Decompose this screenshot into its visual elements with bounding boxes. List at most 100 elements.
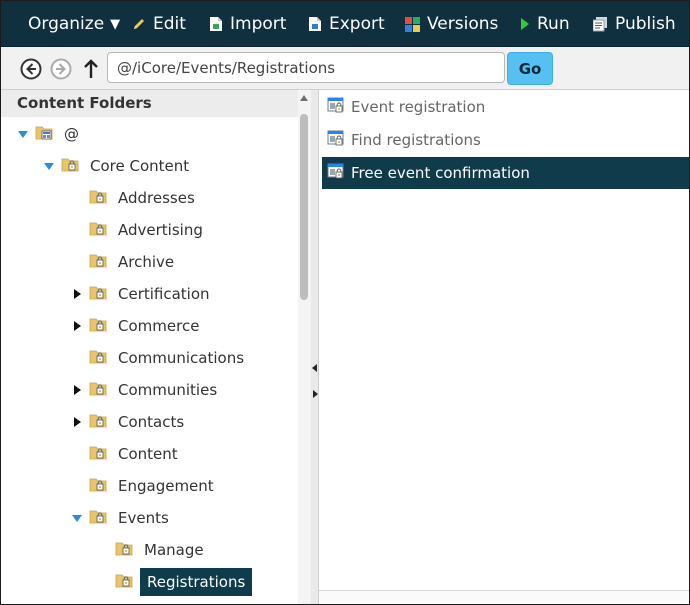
panel-splitter[interactable] (311, 90, 319, 604)
up-arrow-icon (84, 59, 98, 78)
address-bar: Go (1, 47, 689, 90)
locked-folder-icon (115, 572, 133, 592)
app-window: Organize ▼ Edit Import Export Versions R… (0, 0, 690, 605)
content-item[interactable]: Event registration (322, 91, 689, 123)
edit-label: Edit (153, 14, 186, 34)
locked-folder-icon (89, 380, 107, 400)
tree-node[interactable]: Engagement (71, 472, 218, 500)
collapsed-arrow-icon[interactable] (71, 288, 83, 300)
export-icon (309, 17, 321, 31)
run-icon (521, 18, 529, 30)
tree-node[interactable]: Core Content (43, 152, 193, 180)
tree-node[interactable]: @ (17, 120, 83, 148)
tree-node-label: Events (118, 509, 169, 527)
content-item[interactable]: Find registrations (322, 124, 689, 156)
tree-node[interactable]: Manage (97, 536, 208, 564)
locked-folder-icon (89, 252, 107, 272)
tree-node-label: Commerce (118, 317, 200, 335)
collapse-left-icon[interactable] (312, 364, 317, 372)
tree-node-label: Content (118, 445, 178, 463)
content-list-footer (319, 590, 689, 604)
scroll-up-icon[interactable] (300, 95, 308, 101)
tree-node-label: Manage (144, 541, 204, 559)
content-folders-title: Content Folders (1, 90, 298, 117)
collapsed-arrow-icon[interactable] (71, 384, 83, 396)
export-label: Export (329, 14, 385, 34)
tree-node-label: Contacts (118, 413, 185, 431)
tree-node[interactable]: Advertising (71, 216, 207, 244)
import-label: Import (230, 14, 287, 34)
tree-node-label: Communities (118, 381, 218, 399)
publish-button[interactable]: Publish (593, 1, 676, 47)
content-item-icon (327, 163, 345, 183)
tree-node-label: Engagement (118, 477, 214, 495)
import-button[interactable]: Import (209, 1, 286, 47)
go-button[interactable]: Go (507, 52, 553, 85)
content-item-icon (327, 97, 345, 117)
publish-icon (593, 16, 607, 31)
tree-node-label: Core Content (90, 157, 190, 175)
import-icon (210, 17, 222, 31)
content-item-label: Event registration (351, 98, 486, 116)
tree-node[interactable]: Certification (71, 280, 214, 308)
tree-node[interactable]: Communications (71, 344, 248, 372)
organize-label: Organize (28, 14, 105, 34)
run-label: Run (537, 14, 570, 34)
tree-node[interactable]: Contacts (71, 408, 188, 436)
tree-node-label: Addresses (118, 189, 195, 207)
root-folder-icon (35, 124, 53, 144)
tree-node[interactable]: Commerce (71, 312, 203, 340)
tree-node-label: Archive (118, 253, 175, 271)
forward-button[interactable] (50, 58, 72, 80)
tree-node-label: Advertising (118, 221, 203, 239)
tree-node-label: Communications (118, 349, 245, 367)
locked-folder-icon (89, 508, 107, 528)
tree-node[interactable]: Content (71, 440, 182, 468)
tree-node-label: Certification (118, 285, 210, 303)
locked-folder-icon (89, 284, 107, 304)
expanded-arrow-icon[interactable] (71, 512, 83, 524)
toolbar: Organize ▼ Edit Import Export Versions R… (1, 1, 689, 47)
back-button[interactable] (20, 58, 42, 80)
content-list-panel: Event registration Find registrations Free… (319, 90, 689, 604)
locked-folder-icon (89, 444, 107, 464)
expanded-arrow-icon[interactable] (43, 160, 55, 172)
locked-folder-icon (61, 156, 79, 176)
collapsed-arrow-icon[interactable] (71, 320, 83, 332)
expanded-arrow-icon[interactable] (17, 128, 29, 140)
edit-button[interactable]: Edit (132, 1, 186, 47)
tree-node[interactable]: Registrations (97, 568, 253, 596)
locked-folder-icon (89, 348, 107, 368)
tree-node[interactable]: Events (71, 504, 173, 532)
tree-node-label: Registrations (140, 568, 253, 596)
back-icon (20, 58, 42, 80)
forward-icon (50, 58, 72, 80)
locked-folder-icon (115, 540, 133, 560)
publish-label: Publish (615, 14, 676, 34)
tree-node[interactable]: Communities (71, 376, 221, 404)
versions-button[interactable]: Versions (405, 1, 498, 47)
content-folders-panel: Content Folders @ Core Content Addresses Ad… (1, 90, 311, 604)
tree-node-label: @ (64, 125, 79, 143)
tree-scrollbar[interactable] (298, 90, 311, 604)
versions-label: Versions (427, 14, 499, 34)
expand-right-icon[interactable] (313, 390, 318, 398)
organize-menu[interactable]: Organize ▼ (28, 1, 120, 47)
path-input[interactable] (107, 52, 505, 83)
export-button[interactable]: Export (308, 1, 385, 47)
run-button[interactable]: Run (520, 1, 570, 47)
locked-folder-icon (89, 188, 107, 208)
locked-folder-icon (89, 412, 107, 432)
pencil-icon (134, 19, 144, 29)
content-item-label: Find registrations (351, 131, 481, 149)
scroll-thumb[interactable] (300, 114, 308, 300)
content-item-icon (327, 130, 345, 150)
content-item[interactable]: Free event confirmation (322, 157, 689, 189)
tree-node[interactable]: Archive (71, 248, 178, 276)
up-button[interactable] (80, 58, 102, 80)
collapsed-arrow-icon[interactable] (71, 416, 83, 428)
tree-node[interactable]: Addresses (71, 184, 199, 212)
versions-icon (405, 16, 420, 32)
locked-folder-icon (89, 476, 107, 496)
locked-folder-icon (89, 316, 107, 336)
